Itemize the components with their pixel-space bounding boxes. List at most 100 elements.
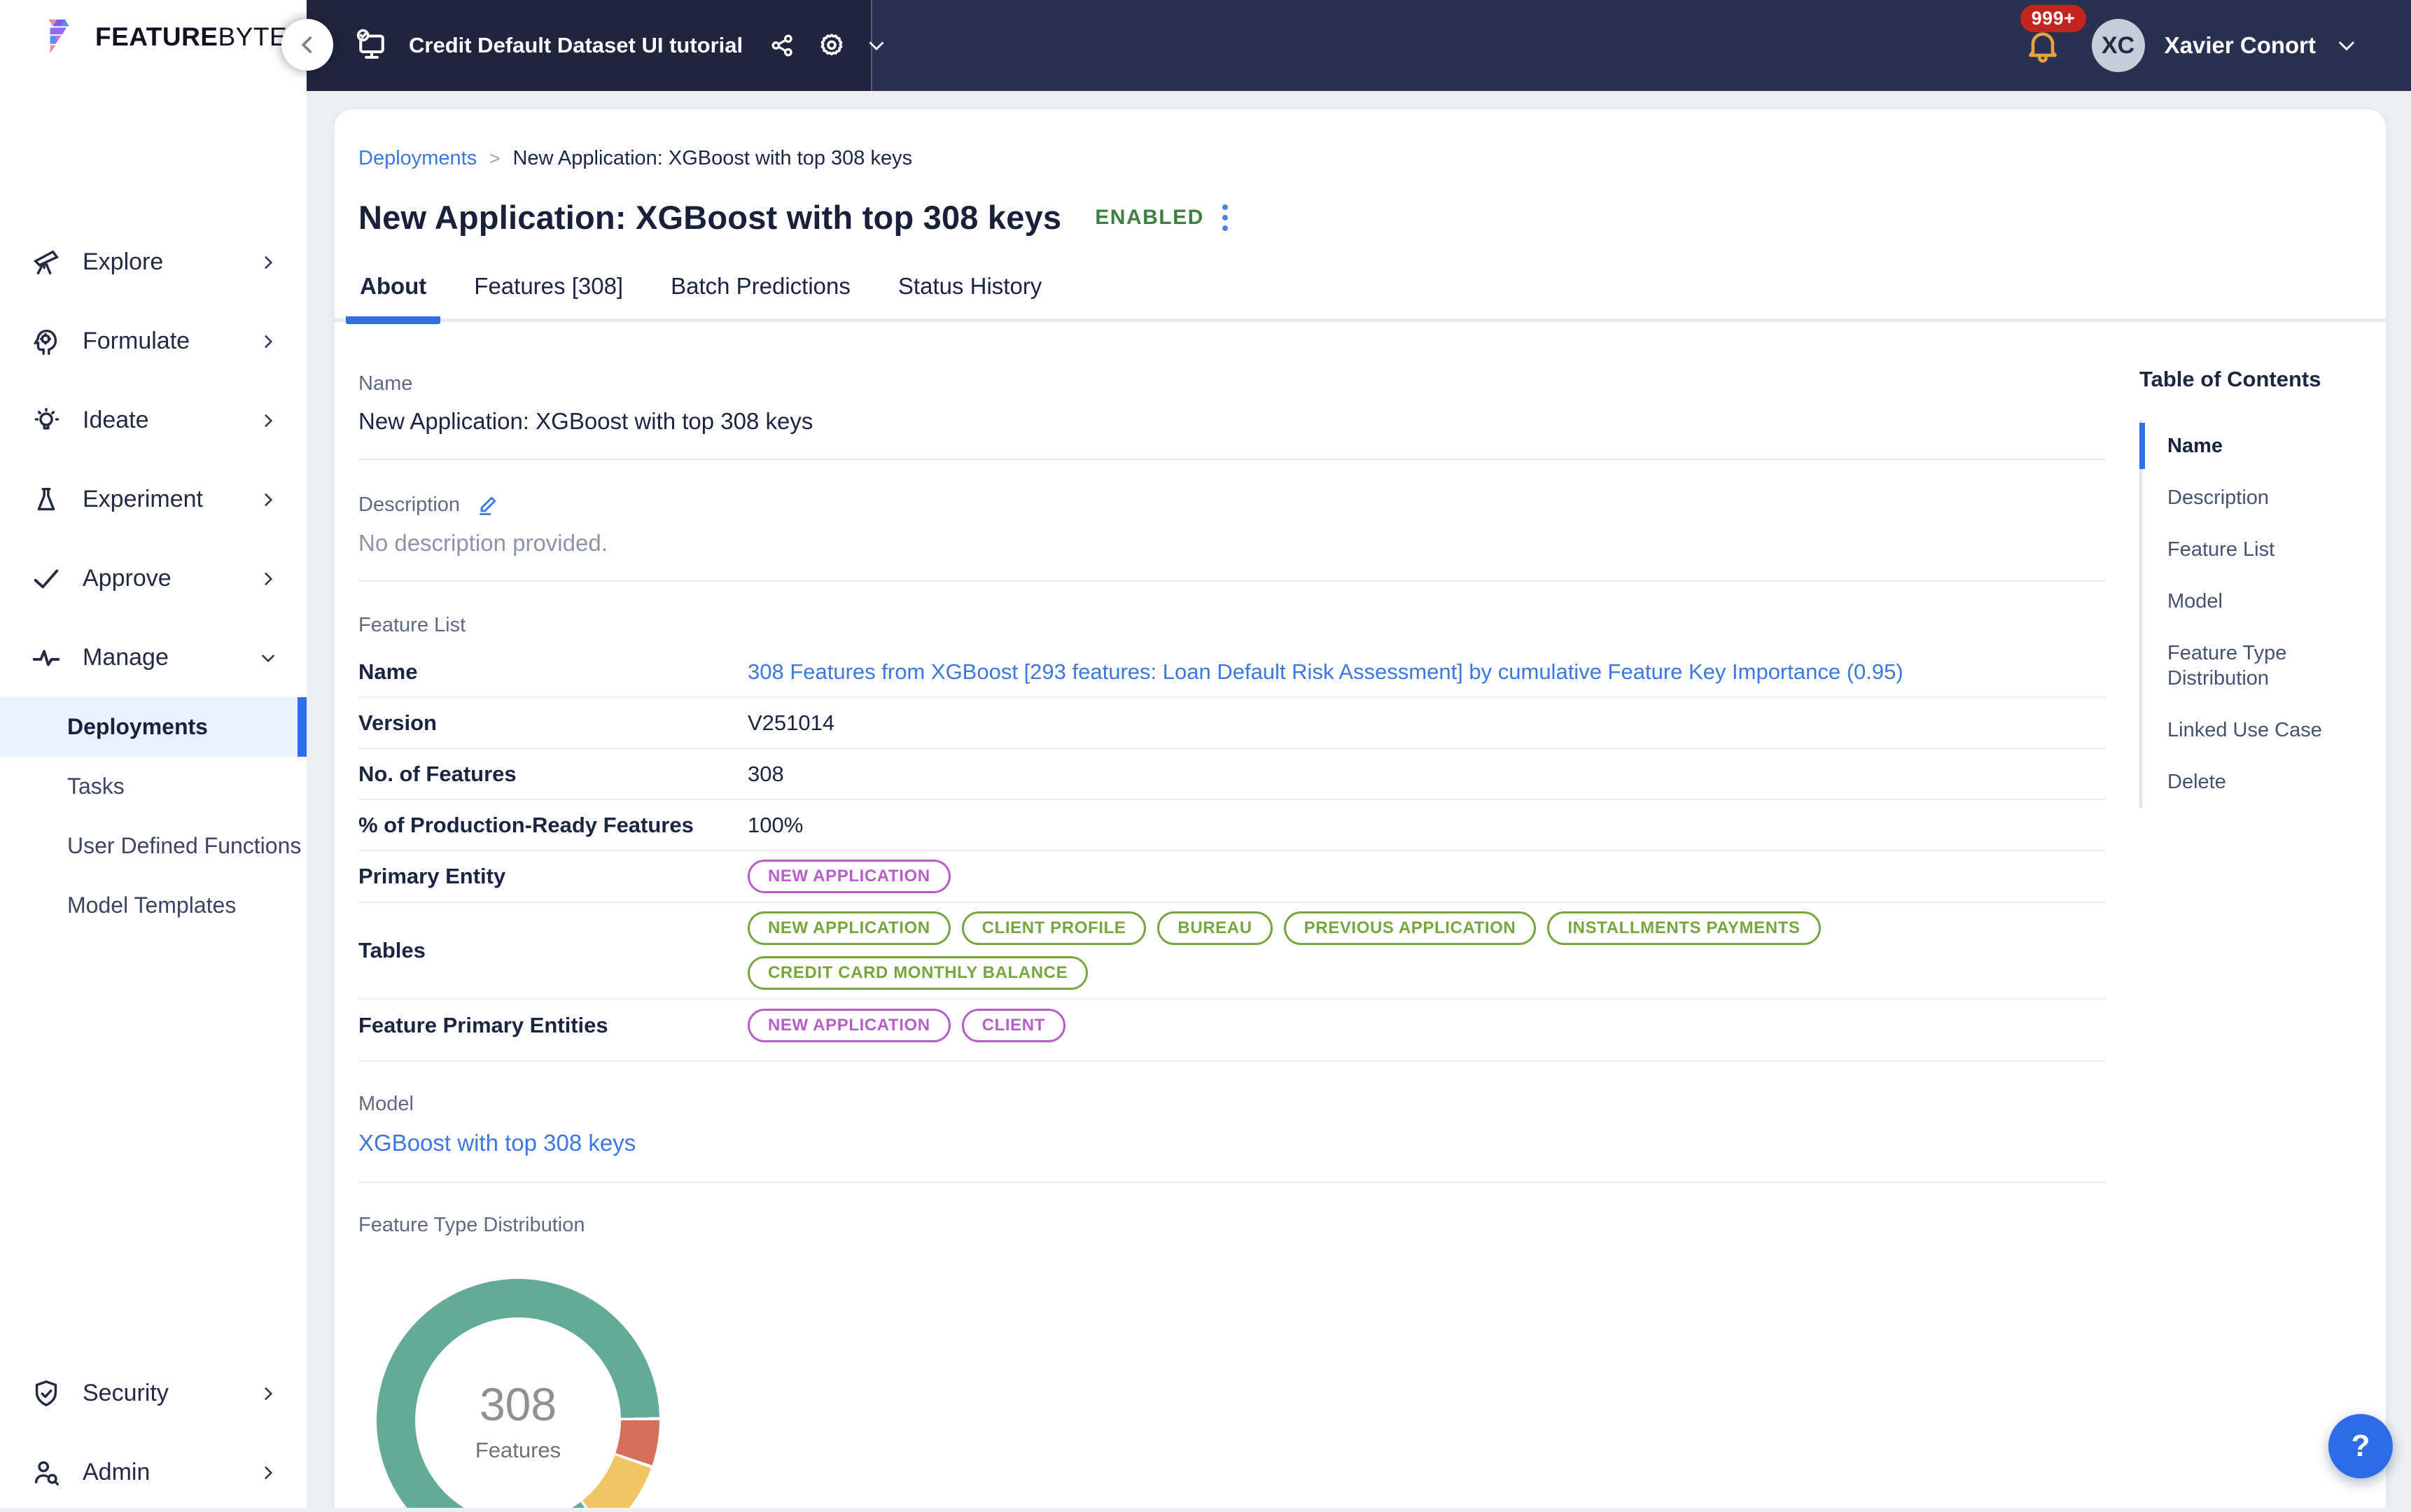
entity-pill[interactable]: CLIENT (962, 1009, 1065, 1042)
table-pill[interactable]: BUREAU (1157, 911, 1272, 945)
notifications-bell[interactable]: 999+ (2023, 26, 2062, 65)
sidebar-item-security[interactable]: Security (0, 1354, 307, 1433)
entity-pill[interactable]: NEW APPLICATION (748, 1009, 951, 1042)
toc-item-linked-use-case[interactable]: Linked Use Case (2142, 704, 2331, 756)
sidebar-item-label: Formulate (83, 328, 259, 355)
gear-icon[interactable] (816, 29, 848, 62)
sidebar-item-label: Security (83, 1380, 259, 1407)
check-icon (28, 563, 64, 595)
toc-item-feature-list[interactable]: Feature List (2142, 524, 2331, 575)
table-pill[interactable]: INSTALLMENTS PAYMENTS (1547, 911, 1820, 945)
name-section-value: New Application: XGBoost with top 308 ke… (358, 408, 2106, 435)
row-label: Version (358, 710, 748, 736)
head-gear-icon (28, 326, 64, 358)
telescope-icon (28, 246, 64, 279)
sidebar-item-approve[interactable]: Approve (0, 539, 307, 618)
chevron-right-icon (259, 412, 277, 430)
user-name[interactable]: Xavier Conort (2165, 32, 2316, 59)
sidebar-item-ideate[interactable]: Ideate (0, 381, 307, 460)
feature-list-section: Feature List Name 308 Features from XGBo… (358, 614, 2106, 1062)
sub-item-label: Model Templates (67, 892, 236, 918)
share-icon[interactable] (768, 31, 797, 60)
toc-item-model[interactable]: Model (2142, 575, 2331, 627)
toc-item-feature-type-distribution[interactable]: Feature Type Distribution (2142, 627, 2331, 704)
tab-about[interactable]: About (346, 273, 440, 324)
chevron-down-icon[interactable] (866, 35, 887, 56)
page-background: Deployments > New Application: XGBoost w… (307, 91, 2411, 1508)
tab-status-history[interactable]: Status History (884, 273, 1056, 324)
row-value: 100% (748, 813, 803, 838)
sidebar-item-model-templates[interactable]: Model Templates (0, 876, 307, 935)
sidebar-item-user-defined-functions[interactable]: User Defined Functions (0, 816, 307, 876)
sidebar-item-manage[interactable]: Manage (0, 618, 307, 697)
row-label: Feature Primary Entities (358, 1013, 748, 1038)
toc-item-delete[interactable]: Delete (2142, 756, 2331, 808)
entity-pill[interactable]: NEW APPLICATION (748, 860, 951, 893)
table-pill[interactable]: PREVIOUS APPLICATION (1284, 911, 1537, 945)
chevron-right-icon (259, 253, 277, 272)
sidebar-collapse-button[interactable] (281, 19, 333, 71)
toc-item-name[interactable]: Name (2142, 420, 2331, 472)
notification-badge: 999+ (2020, 5, 2087, 32)
chevron-down-icon[interactable] (2335, 34, 2358, 57)
title-row: New Application: XGBoost with top 308 ke… (358, 198, 2386, 237)
table-of-contents: Table of Contents Name Description Featu… (2106, 322, 2386, 1508)
sidebar-item-deployments[interactable]: Deployments (0, 697, 307, 757)
row-label: No. of Features (358, 762, 748, 787)
row-value: 308 (748, 762, 784, 787)
sub-item-label: Tasks (67, 774, 125, 799)
edit-description-icon[interactable] (475, 492, 501, 517)
breadcrumb: Deployments > New Application: XGBoost w… (358, 147, 2386, 170)
sidebar-item-experiment[interactable]: Experiment (0, 460, 307, 539)
help-button[interactable]: ? (2328, 1414, 2393, 1478)
project-selector[interactable]: Credit Default Dataset UI tutorial (307, 0, 872, 91)
content-card: Deployments > New Application: XGBoost w… (335, 109, 2386, 1508)
table-row: % of Production-Ready Features 100% (358, 800, 2106, 851)
sub-item-label: User Defined Functions (67, 833, 301, 859)
model-section-label: Model (358, 1093, 2106, 1116)
table-pill[interactable]: CLIENT PROFILE (962, 911, 1147, 945)
row-value: V251014 (748, 710, 834, 736)
sidebar-item-tasks[interactable]: Tasks (0, 757, 307, 816)
toc-item-description[interactable]: Description (2142, 472, 2331, 524)
feature-type-distribution-label: Feature Type Distribution (358, 1214, 2106, 1237)
main-content: Name New Application: XGBoost with top 3… (358, 322, 2106, 1508)
page-title: New Application: XGBoost with top 308 ke… (358, 198, 1061, 237)
sidebar-item-label: Manage (83, 644, 259, 671)
sidebar-item-label: Admin (83, 1459, 259, 1486)
pulse-icon (28, 642, 64, 674)
row-label: Tables (358, 938, 748, 963)
table-row: No. of Features 308 (358, 749, 2106, 800)
lightbulb-icon (28, 405, 64, 437)
sidebar-item-formulate[interactable]: Formulate (0, 302, 307, 381)
description-section: Description No description provided. (358, 492, 2106, 582)
tab-features[interactable]: Features [308] (460, 273, 637, 324)
table-pill[interactable]: CREDIT CARD MONTHLY BALANCE (748, 956, 1088, 990)
table-pill[interactable]: NEW APPLICATION (748, 911, 951, 945)
sidebar-item-admin[interactable]: Admin (0, 1433, 307, 1512)
sidebar-item-explore[interactable]: Explore (0, 223, 307, 302)
flask-icon (28, 484, 64, 516)
feature-list-name-link[interactable]: 308 Features from XGBoost [293 features:… (748, 659, 1903, 685)
table-row: Primary Entity NEW APPLICATION (358, 851, 2106, 903)
topbar: Credit Default Dataset UI tutorial 999+ … (307, 0, 2411, 91)
sidebar-item-label: Ideate (83, 407, 259, 434)
breadcrumb-deployments-link[interactable]: Deployments (358, 147, 477, 170)
description-section-value: No description provided. (358, 530, 2106, 556)
sidebar-item-label: Experiment (83, 486, 259, 513)
user-search-icon (28, 1457, 64, 1489)
table-row: Name 308 Features from XGBoost [293 feat… (358, 647, 2106, 698)
table-row: Version V251014 (358, 698, 2106, 749)
feature-type-chart: 308 Features FLOAT 263 (358, 1279, 2106, 1508)
chevron-right-icon (259, 491, 277, 509)
tab-batch-predictions[interactable]: Batch Predictions (657, 273, 865, 324)
row-label: Primary Entity (358, 864, 748, 889)
breadcrumb-current: New Application: XGBoost with top 308 ke… (512, 147, 912, 170)
table-row: Tables NEW APPLICATION CLIENT PROFILE BU… (358, 903, 2106, 1000)
sidebar: FEATUREBYTE Explore Formulate (0, 0, 307, 1508)
avatar[interactable]: XC (2092, 19, 2145, 72)
model-link[interactable]: XGBoost with top 308 keys (358, 1130, 2106, 1156)
kebab-menu-icon[interactable] (1222, 204, 1228, 231)
feature-type-donut: 308 Features (377, 1279, 659, 1508)
donut-center: 308 Features (415, 1317, 621, 1508)
